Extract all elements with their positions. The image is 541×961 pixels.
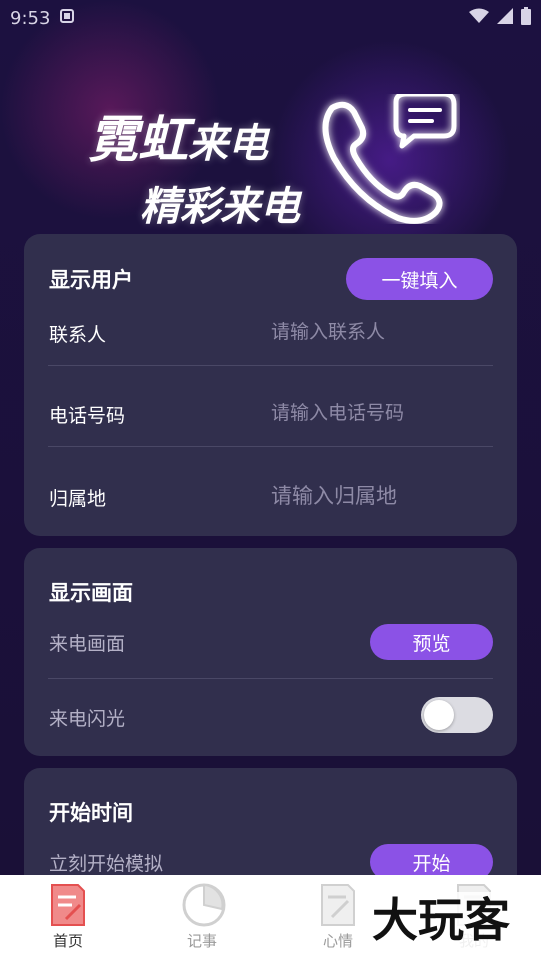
wifi-icon [469, 8, 489, 29]
user-card-title: 显示用户 [49, 268, 133, 292]
location-label: 归属地 [49, 488, 107, 510]
tab-label: 首页 [52, 932, 83, 950]
display-card-title: 显示画面 [49, 581, 133, 605]
doc-edit-icon [318, 883, 358, 927]
banner-title-big: 霓虹 [88, 111, 188, 169]
tab-label: 记事 [186, 932, 217, 950]
divider [48, 678, 493, 679]
banner-title-small: 来电 [188, 121, 268, 167]
call-screen-label: 来电画面 [49, 633, 126, 655]
call-flash-label: 来电闪光 [49, 708, 126, 730]
chart-pie-icon [182, 883, 226, 927]
signal-icon [497, 7, 513, 29]
phone-input[interactable] [271, 399, 491, 427]
battery-icon [521, 6, 531, 30]
watermark-logo: 大玩客 [368, 892, 514, 948]
divider [48, 446, 493, 447]
toggle-knob [424, 700, 454, 730]
banner-title-line2: 精彩来电 [140, 184, 300, 230]
contact-label: 联系人 [49, 324, 107, 346]
start-now-label: 立刻开始模拟 [49, 853, 164, 875]
phone-label: 电话号码 [49, 405, 126, 427]
tab-home[interactable]: 首页 [18, 875, 118, 961]
display-card: 显示画面 来电画面 预览 来电闪光 [24, 548, 517, 756]
banner-title-line1: 霓虹来电 [88, 100, 268, 172]
call-flash-toggle[interactable] [421, 697, 493, 733]
tab-notes[interactable]: 记事 [152, 875, 252, 961]
contact-input[interactable] [271, 318, 491, 346]
home-doc-icon [48, 883, 88, 927]
banner: 霓虹来电 精彩来电 [0, 70, 541, 230]
auto-fill-button[interactable]: 一键填入 [346, 258, 493, 300]
location-input[interactable] [271, 480, 491, 512]
tab-label: 心情 [322, 932, 353, 950]
preview-button[interactable]: 预览 [370, 624, 493, 660]
start-card-title: 开始时间 [49, 801, 133, 825]
notification-icon [60, 8, 75, 29]
status-bar: 9:53 [0, 0, 541, 36]
status-time: 9:53 [10, 7, 51, 29]
divider [48, 365, 493, 366]
user-card: 显示用户 一键填入 联系人 电话号码 归属地 [24, 234, 517, 536]
phone-chat-icon [310, 91, 460, 224]
